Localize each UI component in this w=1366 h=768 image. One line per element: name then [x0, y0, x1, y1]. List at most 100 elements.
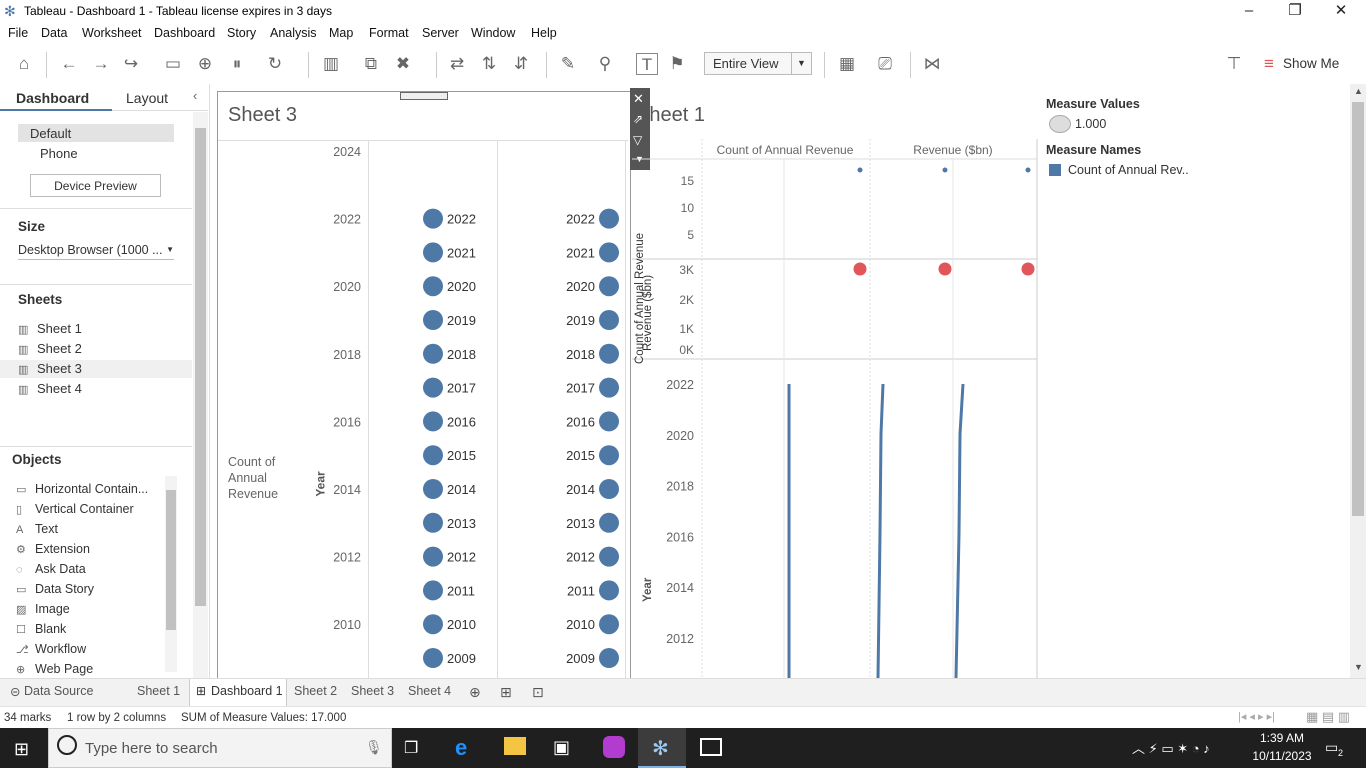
notification-icon[interactable]: ▭ — [1325, 739, 1338, 756]
menu-file[interactable]: File — [8, 26, 28, 40]
object-vertical-container[interactable]: ▯ Vertical Container — [16, 502, 134, 516]
windows-start-icon[interactable]: ⊞ — [14, 739, 29, 760]
menu-data[interactable]: Data — [41, 26, 67, 40]
tab-sheet-1[interactable]: Sheet 1 — [137, 684, 180, 698]
menu-window[interactable]: Window — [471, 26, 515, 40]
size-dropdown[interactable]: Desktop Browser (1000 ... ▼ — [18, 243, 174, 260]
object-image[interactable]: ▨ Image — [16, 602, 70, 616]
object-label: Data Story — [35, 582, 95, 596]
menu-format[interactable]: Format — [369, 26, 409, 40]
object-blank[interactable]: ☐ Blank — [16, 622, 66, 636]
forward-icon[interactable]: → — [90, 53, 112, 75]
new-story-tab-icon[interactable]: ⊡ — [532, 684, 544, 701]
sheet-item-2[interactable]: ▥ Sheet 2 — [18, 341, 82, 356]
labels-icon[interactable]: T — [636, 53, 658, 75]
sort-desc-icon[interactable]: ⇵ — [510, 53, 532, 75]
tab-dashboard-1[interactable]: ⊞ Dashboard 1 — [189, 679, 287, 707]
device-default[interactable]: Default — [18, 124, 174, 142]
redo-icon[interactable]: ↪ — [120, 53, 142, 75]
save-icon[interactable]: ▭ — [162, 53, 184, 75]
cards-icon[interactable]: ▦ — [836, 53, 858, 75]
pin-icon[interactable]: ⚑ — [666, 53, 688, 75]
file-explorer-icon[interactable] — [504, 737, 526, 755]
refresh-icon[interactable]: ↻ — [264, 53, 286, 75]
fit-dropdown[interactable]: Entire View ▼ — [704, 52, 812, 75]
sheet-item-4[interactable]: ▥ Sheet 4 — [18, 381, 82, 396]
menu-story[interactable]: Story — [227, 26, 256, 40]
duplicate-icon[interactable]: ⧉ — [360, 53, 382, 75]
sheet1-revenue-dot — [938, 262, 952, 276]
wps-icon[interactable] — [603, 736, 625, 758]
photos-icon[interactable] — [700, 738, 722, 756]
tab-sheet-3[interactable]: Sheet 3 — [351, 684, 394, 698]
object-label: Ask Data — [35, 562, 86, 576]
home-icon[interactable]: ⌂ — [13, 53, 35, 75]
size-value: Desktop Browser (1000 ... — [18, 243, 163, 257]
new-worksheet-tab-icon[interactable]: ⊕ — [469, 684, 481, 701]
tab-dashboard[interactable]: Dashboard — [0, 84, 112, 111]
store-icon[interactable]: ▣ — [553, 737, 570, 758]
measure-names-item[interactable]: Count of Annual Rev.. — [1068, 163, 1189, 177]
object-data-story[interactable]: ▭ Data Story — [16, 582, 94, 596]
device-preview-button[interactable]: Device Preview — [30, 174, 161, 197]
back-icon[interactable]: ← — [58, 53, 80, 75]
view-toggle-icon[interactable]: ▦ ▤ ▥ — [1306, 709, 1350, 725]
collapse-icon[interactable]: ‹ — [193, 88, 197, 103]
menu-server[interactable]: Server — [422, 26, 459, 40]
edge-icon[interactable]: e — [455, 735, 467, 761]
menu-dashboard[interactable]: Dashboard — [154, 26, 215, 40]
clock-time[interactable]: 1:39 AM — [1250, 731, 1314, 745]
objects-scrollbar[interactable] — [165, 476, 177, 672]
object-extension[interactable]: ⚙ Extension — [16, 542, 90, 556]
object-text[interactable]: A Text — [16, 522, 58, 536]
close-button[interactable]: ✕ — [1318, 0, 1364, 24]
sheet3-dot-label-col1: 2012 — [447, 550, 476, 565]
menu-analysis[interactable]: Analysis — [270, 26, 317, 40]
sheet-item-1[interactable]: ▥ Sheet 1 — [18, 321, 82, 336]
task-view-icon[interactable]: ❐ — [404, 738, 418, 758]
new-worksheet-icon[interactable]: ▥ — [320, 53, 342, 75]
minimize-button[interactable]: – — [1226, 0, 1272, 24]
dashboard-canvas: Sheet 3 Count of Annual Revenue Year 202… — [212, 84, 1210, 681]
group-icon[interactable]: ⚲ — [594, 53, 616, 75]
sheet-item-3[interactable]: ▥ Sheet 3 — [18, 361, 82, 376]
menu-map[interactable]: Map — [329, 26, 353, 40]
tab-sheet-4[interactable]: Sheet 4 — [408, 684, 451, 698]
swap-icon[interactable]: ⇄ — [446, 53, 468, 75]
tab-data-source[interactable]: Data Source — [24, 684, 93, 698]
menu-worksheet[interactable]: Worksheet — [82, 26, 142, 40]
object-workflow[interactable]: ⎇ Workflow — [16, 642, 86, 656]
presentation-icon[interactable]: ⎚ — [874, 53, 896, 75]
nav-first-icon[interactable]: |◂ ◂ ▸ ▸| — [1238, 710, 1275, 723]
device-phone[interactable]: Phone — [40, 146, 78, 161]
globe-icon: ⊕ — [16, 664, 26, 676]
dashboard-scrollbar[interactable]: ▲ ▼ — [1350, 84, 1366, 678]
tableau-taskbar-icon[interactable]: ✻ — [638, 728, 686, 768]
highlight-icon[interactable]: ✎ — [557, 53, 579, 75]
sheet1-year-line — [954, 383, 965, 678]
object-ask-data[interactable]: ◌ Ask Data — [16, 562, 86, 576]
clear-sheet-icon[interactable]: ✖ — [392, 53, 414, 75]
taskbar-search[interactable]: Type here to search 🎙 — [48, 728, 392, 768]
system-tray-icons[interactable]: ︿ ⚡ ▭ ✶ ◔ ♪ — [1132, 738, 1210, 757]
menu-help[interactable]: Help — [531, 26, 557, 40]
sheet1-zone[interactable]: Sheet 1 Count of Annual Revenue Revenue (… — [632, 84, 1042, 678]
image-icon: ▨ — [16, 604, 27, 616]
share-icon[interactable]: ⋈ — [921, 53, 943, 75]
sheet3-axis-tick: 2016 — [333, 415, 361, 429]
object-horizontal-container[interactable]: ▭ Horizontal Contain... — [16, 482, 148, 496]
restore-button[interactable]: ❐ — [1272, 0, 1318, 24]
left-pane-scrollbar[interactable] — [193, 112, 208, 678]
sheet-item-label: Sheet 2 — [37, 341, 82, 356]
object-web-page[interactable]: ⊕ Web Page — [16, 662, 93, 676]
show-me-button[interactable]: Show Me — [1283, 56, 1339, 71]
format-painter-icon[interactable]: ⊤ — [1223, 53, 1245, 75]
new-dashboard-tab-icon[interactable]: ⊞ — [500, 684, 512, 701]
sort-asc-icon[interactable]: ⇅ — [478, 53, 500, 75]
add-datasource-icon[interactable]: ⊕ — [194, 53, 216, 75]
sheet3-zone[interactable]: Sheet 3 Count of Annual Revenue Year 202… — [217, 91, 631, 681]
clock-date[interactable]: 10/11/2023 — [1250, 749, 1314, 763]
tab-sheet-2[interactable]: Sheet 2 — [294, 684, 337, 698]
pause-updates-icon[interactable]: ⏸ — [226, 53, 248, 75]
sheet3-dot-col2 — [599, 479, 619, 499]
